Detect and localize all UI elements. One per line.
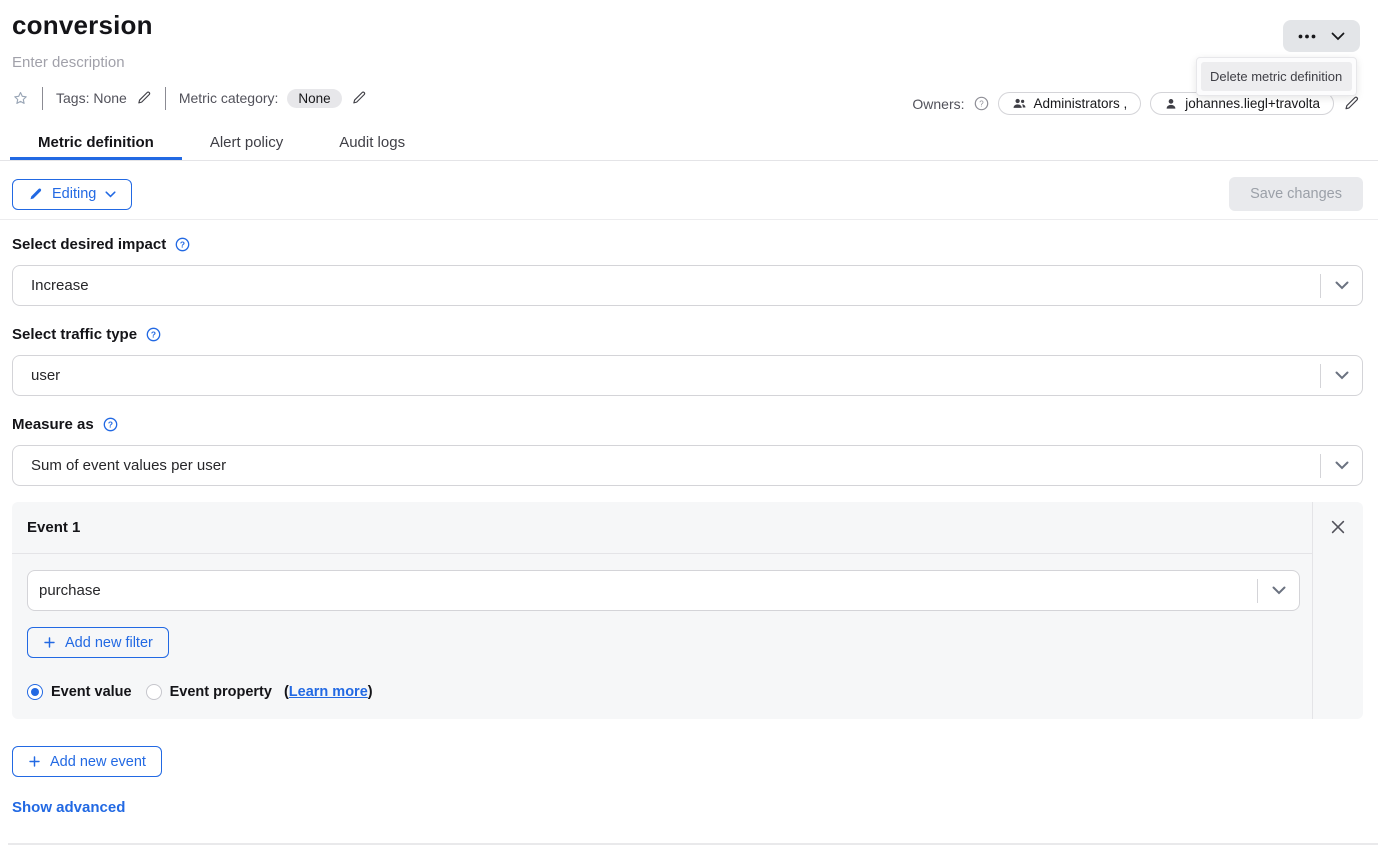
toolbar: Editing Save changes: [0, 177, 1378, 211]
close-event-button[interactable]: [1329, 518, 1347, 536]
pencil-icon: [28, 187, 43, 202]
chevron-down-icon: [1321, 371, 1362, 380]
metric-category-badge[interactable]: None: [287, 89, 341, 108]
divider: [8, 843, 1378, 845]
event-card-body: purchase Add new filter Event value Even…: [12, 554, 1313, 700]
show-advanced-link[interactable]: Show advanced: [12, 799, 125, 816]
measure-as-select[interactable]: Sum of event values per user: [12, 445, 1363, 486]
owners-label: Owners:: [912, 96, 964, 112]
pencil-icon: [351, 90, 367, 106]
editing-label: Editing: [52, 186, 96, 202]
chevron-down-icon: [105, 191, 116, 198]
chevron-down-icon: [1331, 32, 1345, 41]
divider: [0, 219, 1378, 220]
tabs-bar: Metric definition Alert policy Audit log…: [0, 134, 1378, 161]
tags-meta: Tags: None: [56, 90, 152, 106]
edit-category-button[interactable]: [351, 90, 367, 106]
svg-text:?: ?: [979, 99, 984, 108]
add-new-filter-label: Add new filter: [65, 635, 153, 651]
favorite-star-icon[interactable]: [12, 90, 29, 107]
owner-pill-administrators[interactable]: Administrators ,: [998, 92, 1142, 115]
plus-icon: [43, 636, 56, 649]
tab-metric-definition[interactable]: Metric definition: [10, 134, 182, 160]
users-icon: [1012, 96, 1027, 111]
event-card: Event 1 purchase Add new filter Event va…: [12, 502, 1363, 719]
add-new-filter-button[interactable]: Add new filter: [27, 627, 169, 658]
close-icon: [1329, 518, 1347, 536]
event-name-select[interactable]: purchase: [27, 570, 1300, 611]
radio-event-value-label[interactable]: Event value: [51, 684, 132, 700]
traffic-type-help-icon[interactable]: ?: [146, 327, 161, 342]
user-icon: [1164, 97, 1178, 111]
add-new-event-button[interactable]: Add new event: [12, 746, 162, 777]
tab-audit-logs[interactable]: Audit logs: [311, 134, 433, 160]
measure-as-help-icon[interactable]: ?: [103, 417, 118, 432]
desired-impact-label: Select desired impact: [12, 236, 166, 253]
event-name-value: purchase: [28, 582, 1257, 599]
actions-dropdown-menu: Delete metric definition: [1196, 57, 1357, 96]
measure-by-radio-group: Event value Event property (Learn more): [27, 684, 1300, 700]
desired-impact-help-icon[interactable]: ?: [175, 237, 190, 252]
radio-event-property[interactable]: [146, 684, 162, 700]
edit-tags-button[interactable]: [136, 90, 152, 106]
pencil-icon: [136, 90, 152, 106]
tab-alert-policy[interactable]: Alert policy: [182, 134, 311, 160]
metric-category-meta: Metric category: None: [179, 89, 367, 108]
divider: [42, 87, 43, 110]
tags-label: Tags: None: [56, 90, 127, 106]
desired-impact-select[interactable]: Increase: [12, 265, 1363, 306]
more-actions-button[interactable]: [1283, 20, 1360, 52]
chevron-down-icon: [1321, 461, 1362, 470]
plus-icon: [28, 755, 41, 768]
measure-as-value: Sum of event values per user: [13, 457, 1320, 474]
add-new-event-label: Add new event: [50, 754, 146, 770]
page-title: conversion: [12, 10, 1363, 41]
menu-item-delete-metric[interactable]: Delete metric definition: [1201, 62, 1352, 91]
chevron-down-icon: [1258, 586, 1299, 595]
metric-definition-page: conversion Enter description Tags: None …: [0, 10, 1378, 851]
ellipsis-icon: [1298, 34, 1316, 39]
measure-as-label-row: Measure as ?: [12, 416, 1363, 433]
metric-category-label: Metric category:: [179, 90, 279, 106]
svg-text:?: ?: [180, 239, 185, 249]
radio-event-property-label[interactable]: Event property: [170, 684, 272, 700]
traffic-type-select[interactable]: user: [12, 355, 1363, 396]
learn-more-wrap: (Learn more): [284, 684, 373, 700]
divider: [165, 87, 166, 110]
pencil-icon: [1343, 95, 1360, 112]
radio-event-value[interactable]: [27, 684, 43, 700]
description-input[interactable]: Enter description: [12, 54, 1363, 71]
traffic-type-label: Select traffic type: [12, 326, 137, 343]
divider: [1312, 502, 1313, 719]
event-card-title: Event 1: [12, 502, 1313, 554]
learn-more-close-paren: ): [368, 684, 373, 700]
owners-help-icon[interactable]: ?: [974, 96, 989, 111]
desired-impact-value: Increase: [13, 277, 1320, 294]
edit-owners-button[interactable]: [1343, 95, 1360, 112]
owner-group-name: Administrators ,: [1034, 96, 1128, 111]
measure-as-label: Measure as: [12, 416, 94, 433]
desired-impact-label-row: Select desired impact ?: [12, 236, 1363, 253]
editing-mode-button[interactable]: Editing: [12, 179, 132, 210]
metric-definition-form: Select desired impact ? Increase Select …: [0, 236, 1378, 817]
owner-user-name: johannes.liegl+travolta: [1185, 96, 1320, 111]
learn-more-link[interactable]: Learn more: [289, 684, 368, 700]
traffic-type-value: user: [13, 367, 1320, 384]
chevron-down-icon: [1321, 281, 1362, 290]
svg-text:?: ?: [108, 419, 113, 429]
svg-text:?: ?: [151, 329, 156, 339]
save-changes-button[interactable]: Save changes: [1229, 177, 1363, 211]
traffic-type-label-row: Select traffic type ?: [12, 326, 1363, 343]
